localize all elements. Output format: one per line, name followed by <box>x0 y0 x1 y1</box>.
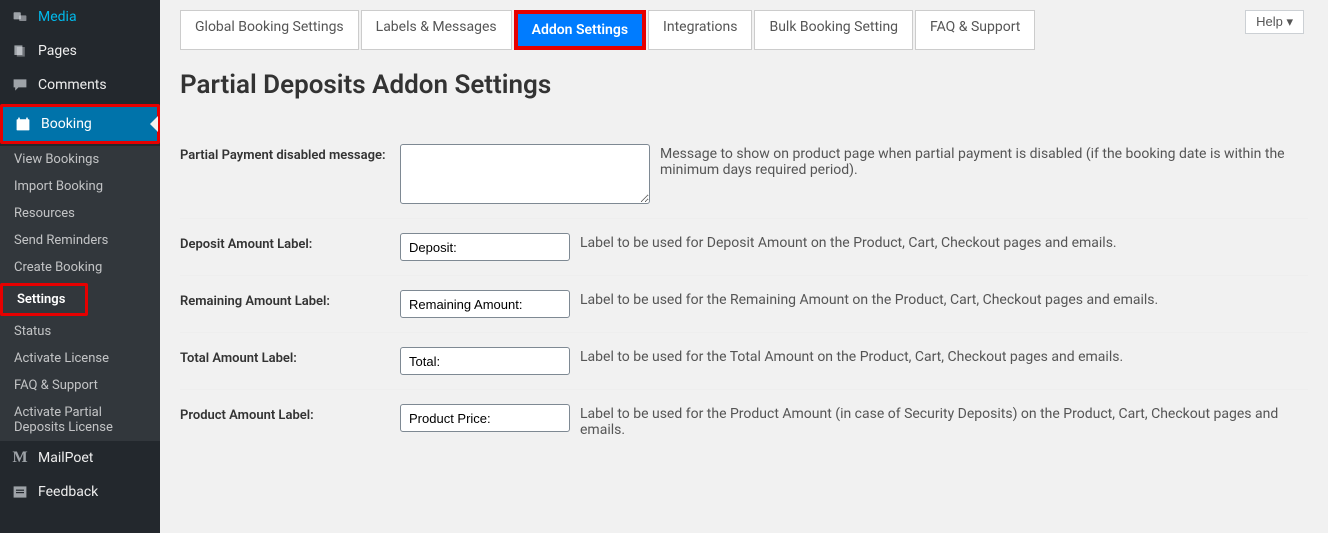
sidebar-item-pages[interactable]: Pages <box>0 34 160 68</box>
submenu-settings[interactable]: Settings <box>3 286 85 313</box>
sidebar-label: Comments <box>38 77 107 93</box>
tab-faq[interactable]: FAQ & Support <box>915 10 1035 50</box>
tab-labels[interactable]: Labels & Messages <box>361 10 512 50</box>
disabled-message-textarea[interactable] <box>400 144 650 204</box>
field-total-label: Total Amount Label: Label to be used for… <box>180 333 1308 390</box>
media-icon <box>10 7 30 27</box>
pages-icon <box>10 41 30 61</box>
submenu-create-booking[interactable]: Create Booking <box>0 254 160 281</box>
tab-addon[interactable]: Addon Settings <box>514 10 646 50</box>
field-desc: Label to be used for the Product Amount … <box>580 404 1308 438</box>
submenu-status[interactable]: Status <box>0 318 160 345</box>
field-label: Remaining Amount Label: <box>180 290 400 309</box>
admin-sidebar: Media Pages Comments Booking View Bookin… <box>0 0 160 533</box>
field-desc: Message to show on product page when par… <box>660 144 1308 178</box>
tab-global[interactable]: Global Booking Settings <box>180 10 359 50</box>
submenu-activate-partial[interactable]: Activate Partial Deposits License <box>0 399 160 441</box>
submenu-activate-license[interactable]: Activate License <box>0 345 160 372</box>
product-label-input[interactable] <box>400 404 570 432</box>
sidebar-label: Media <box>38 9 77 25</box>
tab-bulk[interactable]: Bulk Booking Setting <box>754 10 913 50</box>
field-label: Partial Payment disabled message: <box>180 144 400 163</box>
sidebar-item-mailpoet[interactable]: M MailPoet <box>0 441 160 475</box>
field-label: Product Amount Label: <box>180 404 400 423</box>
calendar-icon <box>13 114 33 134</box>
sidebar-label: Feedback <box>38 484 98 500</box>
sidebar-item-feedback[interactable]: Feedback <box>0 475 160 509</box>
sidebar-label: Booking <box>41 116 92 132</box>
submenu-import-booking[interactable]: Import Booking <box>0 173 160 200</box>
field-label: Deposit Amount Label: <box>180 233 400 252</box>
help-button[interactable]: Help ▾ <box>1245 10 1304 34</box>
field-product-label: Product Amount Label: Label to be used f… <box>180 390 1308 452</box>
field-remaining-label: Remaining Amount Label: Label to be used… <box>180 276 1308 333</box>
tab-integrations[interactable]: Integrations <box>648 10 752 50</box>
main-content: Help ▾ Global Booking Settings Labels & … <box>160 0 1328 533</box>
deposit-label-input[interactable] <box>400 233 570 261</box>
field-deposit-label: Deposit Amount Label: Label to be used f… <box>180 219 1308 276</box>
comments-icon <box>10 75 30 95</box>
submenu-resources[interactable]: Resources <box>0 200 160 227</box>
settings-form: Partial Payment disabled message: Messag… <box>180 130 1308 452</box>
submenu-send-reminders[interactable]: Send Reminders <box>0 227 160 254</box>
total-label-input[interactable] <box>400 347 570 375</box>
sidebar-item-media[interactable]: Media <box>0 0 160 34</box>
settings-tabs: Global Booking Settings Labels & Message… <box>180 10 1308 50</box>
field-disabled-message: Partial Payment disabled message: Messag… <box>180 130 1308 219</box>
submenu-faq-support[interactable]: FAQ & Support <box>0 372 160 399</box>
field-desc: Label to be used for Deposit Amount on t… <box>580 233 1308 251</box>
mailpoet-icon: M <box>10 448 30 468</box>
sidebar-item-comments[interactable]: Comments <box>0 68 160 102</box>
sidebar-item-booking[interactable]: Booking <box>3 107 157 141</box>
booking-submenu: View Bookings Import Booking Resources S… <box>0 146 160 441</box>
sidebar-label: MailPoet <box>38 450 93 466</box>
field-desc: Label to be used for the Total Amount on… <box>580 347 1308 365</box>
submenu-view-bookings[interactable]: View Bookings <box>0 146 160 173</box>
field-label: Total Amount Label: <box>180 347 400 366</box>
field-desc: Label to be used for the Remaining Amoun… <box>580 290 1308 308</box>
remaining-label-input[interactable] <box>400 290 570 318</box>
feedback-icon <box>10 482 30 502</box>
sidebar-label: Pages <box>38 43 77 59</box>
page-title: Partial Deposits Addon Settings <box>180 70 1308 100</box>
